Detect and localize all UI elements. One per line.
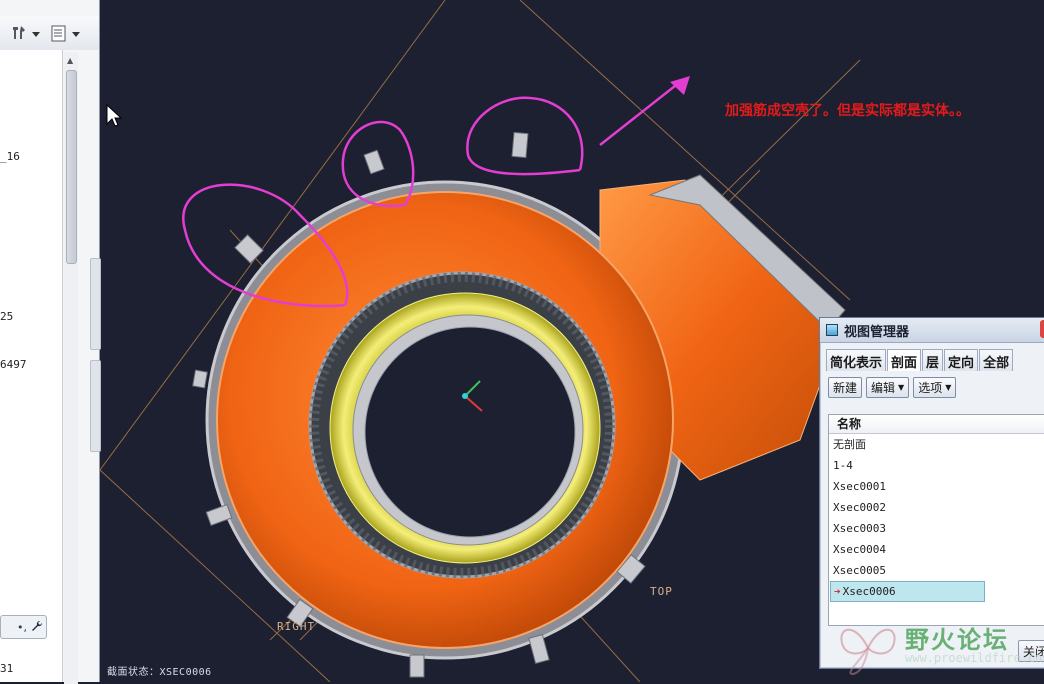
tab-simplified[interactable]: 简化表示 <box>826 349 887 371</box>
edit-button-label: 编辑 <box>871 381 896 395</box>
scroll-up-icon[interactable]: ▲ <box>67 56 73 65</box>
section-list[interactable]: 名称 无剖面 1-4 Xsec0001 Xsec0002 Xsec0003 Xs… <box>828 414 1044 626</box>
new-button[interactable]: 新建 <box>828 377 863 398</box>
window-icon <box>826 324 838 336</box>
selected-item-label: Xsec0006 <box>842 585 896 598</box>
tools-icon <box>10 24 28 45</box>
tab-layers[interactable]: 层 <box>922 349 944 371</box>
active-arrow-icon: ➔ <box>834 585 841 598</box>
list-item[interactable]: Xsec0003 <box>829 518 1044 539</box>
tab-sections[interactable]: 剖面 <box>887 349 922 371</box>
datum-label-right: RIGHT <box>277 620 316 633</box>
list-item[interactable]: 无剖面 <box>829 434 1044 455</box>
model-tree[interactable]: _16 25 6497 31 <box>0 50 63 682</box>
datum-label-top: TOP <box>650 585 673 598</box>
cursor-icon <box>106 103 123 127</box>
list-item[interactable]: Xsec0002 <box>829 497 1044 518</box>
model-tree-panel: _16 25 6497 31 ▲ •, <box>0 0 101 684</box>
chevron-down-icon: ▼ <box>945 383 952 392</box>
watermark-title: 野火论坛 <box>905 626 1009 654</box>
tree-item-label[interactable]: 6497 <box>0 358 27 371</box>
list-header[interactable]: 名称 <box>829 415 1044 434</box>
tree-scrollbar[interactable]: ▲ <box>64 52 78 684</box>
butterfly-logo-icon <box>840 628 896 676</box>
options-button-label: 选项 <box>918 381 943 395</box>
tool-dot: •, <box>17 620 27 634</box>
dialog-title: 视图管理器 <box>844 324 910 340</box>
tree-tools-button[interactable] <box>10 24 40 44</box>
center-opening <box>364 326 576 538</box>
list-item[interactable]: Xsec0005 <box>829 560 1044 581</box>
model-tree-toolbar <box>0 16 99 50</box>
tab-orient[interactable]: 定向 <box>944 349 979 371</box>
watermark-url: www.proewildfire.cn <box>905 651 1043 665</box>
tree-settings-button[interactable] <box>50 24 80 44</box>
tree-filter-tools[interactable]: •, <box>0 615 47 639</box>
scrollbar-thumb[interactable] <box>66 70 77 264</box>
dialog-titlebar[interactable]: 视图管理器 <box>820 318 1044 343</box>
list-settings-icon <box>50 24 68 45</box>
list-item-selected[interactable]: ➔ Xsec0006 <box>830 581 985 602</box>
annotation-text: 加强筋成空壳了。但是实际都是实体。。 <box>725 103 970 119</box>
edit-button[interactable]: 编辑 ▼ <box>866 377 910 398</box>
list-item[interactable]: Xsec0004 <box>829 539 1044 560</box>
list-item[interactable]: 1-4 <box>829 455 1044 476</box>
tree-item-label[interactable]: 31 <box>0 662 13 675</box>
options-button[interactable]: 选项 ▼ <box>913 377 957 398</box>
close-icon[interactable] <box>1040 320 1044 338</box>
watermark: 野火论坛 www.proewildfire.cn <box>836 618 1044 676</box>
tab-all[interactable]: 全部 <box>979 349 1014 371</box>
tree-item-label[interactable]: _16 <box>0 150 20 163</box>
list-item[interactable]: Xsec0001 <box>829 476 1044 497</box>
new-button-label: 新建 <box>833 381 858 395</box>
section-status: 截面状态：XSEC0006 <box>107 667 212 678</box>
dialog-buttons: 新建 编辑 ▼ 选项 ▼ <box>828 377 1044 398</box>
chevron-down-icon <box>32 27 40 41</box>
chevron-down-icon: ▼ <box>898 383 905 392</box>
arrow-icon <box>670 76 690 95</box>
view-manager-dialog: 视图管理器 简化表示 剖面 层 定向 全部 新建 编辑 ▼ 选项 ▼ 名称 无剖面 … <box>819 317 1044 669</box>
dialog-tabs: 简化表示 剖面 层 定向 全部 <box>826 349 1044 371</box>
tree-item-label[interactable]: 25 <box>0 310 13 323</box>
wrench-icon[interactable] <box>31 620 43 635</box>
chevron-down-icon <box>72 27 80 41</box>
